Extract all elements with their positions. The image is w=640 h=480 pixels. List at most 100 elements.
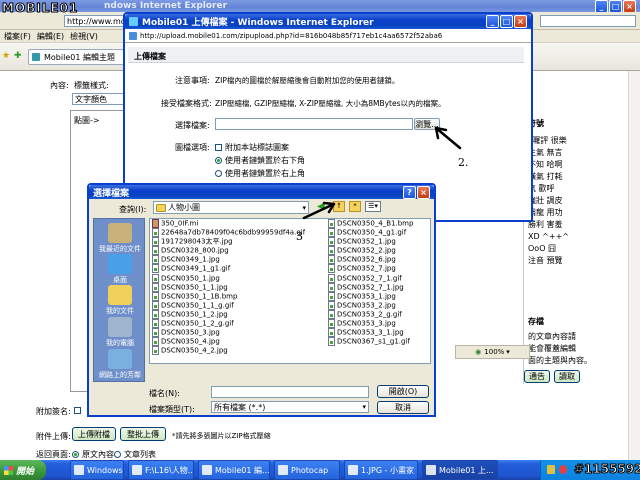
tab-mobile01-edit[interactable]: Mobile01 編輯主題 [28,49,124,65]
place-recent[interactable]: 我最近的文件 [90,223,150,254]
popup-minimize-button[interactable]: _ [486,15,499,28]
file-list-item[interactable]: DSCN0349_1_g1.gif [152,264,305,274]
upload-popup-titlebar[interactable]: Mobile01 上傳檔案 - Windows Internet Explore… [125,14,531,29]
return-option-original[interactable]: 原文內容 [72,449,114,460]
file-list-item[interactable]: DSCN0350_4_g1.gif [328,228,413,238]
task-photocap[interactable]: Photocap [274,460,340,480]
watermark-checkbox[interactable] [215,144,222,151]
close-button[interactable]: × [623,0,636,12]
emoticon-row[interactable]: 不知 哈啊 [528,159,569,171]
file-list-item[interactable]: DSCN0352_1.jpg [328,237,413,247]
popup-address-bar[interactable]: http://upload.mobile01.com/zipupload.php… [125,29,531,43]
file-list-item[interactable]: DSCN0350_1.jpg [152,273,305,283]
file-list-item[interactable]: DSCN0352_7_1.gif [328,273,413,283]
file-list-item[interactable]: DSCN0350_1_1_g.gif [152,300,305,310]
view-menu-icon[interactable]: ☰▾ [365,201,381,212]
start-button[interactable]: 開始 [0,460,46,480]
bg-scrollbar[interactable] [628,71,640,460]
read-draft-button[interactable]: 讀取 [554,370,580,383]
add-favorite-icon[interactable]: ✚ [14,51,22,61]
help-button[interactable]: ? [403,185,416,199]
return-option-list[interactable]: 文章列表 [114,449,156,460]
menu-edit[interactable]: 編輯(E) [37,31,64,42]
file-list-item[interactable]: DSCN0352_6.jpg [328,255,413,265]
file-list-item[interactable]: 1917298043太平.jpg [152,237,305,247]
emoticon-row[interactable]: 霸龍 用功 [528,207,569,219]
file-list-item[interactable]: DSCN0350_4_2.jpg [152,346,305,356]
cancel-button[interactable]: 取消 [377,401,429,414]
open-button[interactable]: 開啟(O) [377,385,429,398]
watermark-option[interactable]: 附加本站標誌圖案 [215,142,289,153]
file-list-item[interactable]: DSCN0353_3.jpg [328,319,413,329]
file-list-item[interactable]: DSCN0352_7_1.jpg [328,282,413,292]
popup-close-button[interactable]: × [514,15,527,28]
file-dialog-close-button[interactable]: × [417,185,430,199]
file-path-input[interactable] [215,118,413,130]
filename-input[interactable] [211,386,369,398]
file-list-item[interactable]: DSCN0349_1.jpg [152,255,305,265]
top-right-option[interactable]: 使用者鏈鎖置於右上角 [215,168,305,179]
file-list-item[interactable]: DSCN0352_7.jpg [328,264,413,274]
emoticon-row[interactable]: 生氣 無言 [528,147,569,159]
filetype-select[interactable]: 所有檔案 (*.*) ▾ [211,401,369,413]
return-original-radio[interactable] [72,451,79,458]
favorites-star-icon[interactable]: ★ [2,51,10,61]
file-list-item[interactable]: DSCN0350_3.jpg [152,328,305,338]
zoom-indicator[interactable]: ◉ 100% ▾ [455,345,530,359]
top-right-radio[interactable] [215,170,222,177]
place-my-computer[interactable]: 我的電腦 [90,317,150,348]
save-draft-button[interactable]: 通告 [524,370,550,383]
file-list-item[interactable]: DSCN0352_2.jpg [328,246,413,256]
task-mobile01-edit[interactable]: Mobile01 編... [198,460,270,480]
file-list-item[interactable]: DSCN0350_4_B1.bmp [328,219,413,228]
file-list-item[interactable]: 22648a7db78409f04c6bdb99959df4a.gif [152,228,305,238]
task-paint[interactable]: 1.JPG - 小畫家 [344,460,418,480]
place-desktop[interactable]: 桌面 [90,254,150,285]
place-network[interactable]: 網路上的芳鄰 [90,349,150,380]
upload-attachment-button[interactable]: 上傳附檔 [72,427,116,441]
font-color-select[interactable]: 文字顏色 [72,93,128,105]
file-list-item[interactable]: DSCN0353_1.jpg [328,291,413,301]
attach-signature-checkbox[interactable] [74,407,81,414]
task-mobile01-upload[interactable]: Mobile01 上... [422,460,498,480]
bg-search-field[interactable] [540,15,636,27]
emoticon-row[interactable]: 橫氣 打耗 [528,171,569,183]
file-list-item[interactable]: DSCN0353_3_1.jpg [328,328,413,338]
minimize-button[interactable]: _ [595,0,608,12]
file-list-item[interactable]: DSCN0350_1_2.jpg [152,309,305,319]
file-list-item[interactable]: DSCN0350_1_1B.bmp [152,291,305,301]
return-list-radio[interactable] [114,451,121,458]
emoticon-row[interactable]: OoO 囧 [528,243,569,255]
popup-maximize-button[interactable]: □ [500,15,513,28]
file-list-item[interactable]: DSCN0353_2_g.gif [328,309,413,319]
menu-file[interactable]: 檔案(F) [4,31,31,42]
bottom-right-option[interactable]: 使用者鏈鎖置於右下角 [215,155,305,166]
bg-address-field[interactable]: http://www.mo [64,15,128,27]
file-list-item[interactable]: DSCN0350_1_1.jpg [152,282,305,292]
emoticon-row[interactable]: XD ^++^ [528,231,569,243]
file-dialog-titlebar[interactable]: 選擇檔案 ? × [89,185,434,199]
menu-view[interactable]: 檢視(V) [70,31,98,42]
emoticon-row[interactable]: ?囉評 很樂 [528,135,569,147]
emoticon-row[interactable]: 氣 歡呼 [528,183,569,195]
file-list-item[interactable]: DSCN0328_800.jpg [152,246,305,256]
file-list-item[interactable]: 350_0IF.mi [152,219,305,228]
maximize-button[interactable]: □ [609,0,622,12]
task-windows-explorer[interactable]: Windows 工 [70,460,124,480]
emoticon-row[interactable]: 強壯 調皮 [528,195,569,207]
tray-app-icon[interactable] [559,465,567,474]
emoticon-row[interactable]: 勝利 害羞 [528,219,569,231]
file-list-item[interactable]: DSCN0367_s1_g1.gif [328,337,413,347]
file-list-item[interactable]: DSCN0353_2.jpg [328,300,413,310]
file-list-item[interactable]: DSCN0350_4.jpg [152,337,305,347]
file-list-item[interactable]: DSCN0350_1_2_g.gif [152,319,305,329]
file-list[interactable]: 350_0IF.mi 22648a7db78409f04c6bdb99959df4… [149,218,431,364]
new-folder-icon[interactable]: * [349,201,361,212]
security-shield-icon[interactable] [547,465,555,474]
task-folder[interactable]: F:\L16\人物... [128,460,194,480]
bg-window-titlebar[interactable]: ndows Internet Explorer _ □ × [0,0,640,12]
lookin-select[interactable]: 人物小圖 ▾ [153,201,309,214]
batch-upload-button[interactable]: 整批上傳 [120,427,166,441]
bottom-right-radio[interactable] [215,157,222,164]
emoticon-row[interactable]: 注音 預覽 [528,255,569,267]
